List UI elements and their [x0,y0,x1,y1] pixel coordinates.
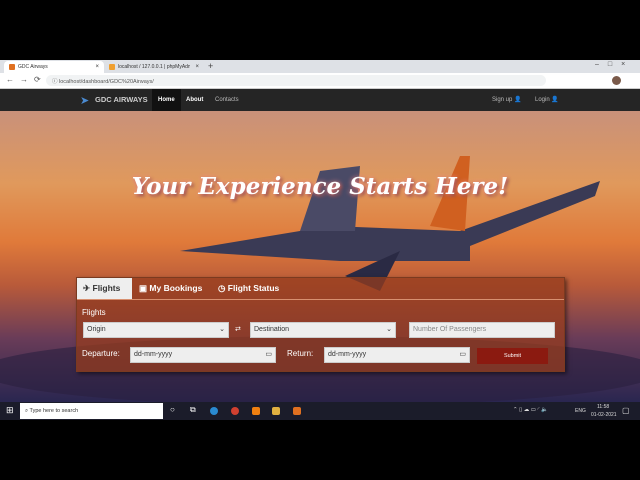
tab-label: Flights [92,283,121,293]
user-plus-icon: 👤 [514,97,522,103]
chevron-down-icon: ⌄ [386,326,392,333]
taskbar-search[interactable]: ⌕ Type here to search [20,403,163,419]
close-icon[interactable]: × [195,64,199,70]
windows-start-icon[interactable]: ⊞ [6,405,14,416]
browser-tab-bar: GDC Airways × localhost / 127.0.0.1 | php… [0,60,640,73]
browser-tab[interactable]: GDC Airways × [4,61,104,73]
section-label: Flights [82,308,106,317]
plane-icon: ✈ [83,283,91,293]
favicon-icon [9,64,15,70]
calendar-icon[interactable]: ▭ [459,348,466,362]
date-value: dd-mm-yyyy [134,351,173,358]
booking-panel: ✈ Flights ▣ My Bookings ◷ Flight Status … [76,277,565,372]
url-bar[interactable]: ⓘ localhost/dashboard/GDC%20Airways/ [46,75,546,86]
window-controls[interactable]: –□× [595,61,634,68]
windows-taskbar: ⊞ ⌕ Type here to search ○ ⧉ ⌃ ▯ ☁ ▭ ◜ 🔈 … [0,402,640,420]
tab-label: Flight Status [227,283,280,293]
tab-flight-status[interactable]: ◷ Flight Status [212,278,285,299]
tab-title: GDC Airways [18,64,48,70]
login-link[interactable]: Login 👤 [529,89,565,111]
search-placeholder: Type here to search [29,408,79,414]
bookings-icon: ▣ [139,283,148,293]
nav-about[interactable]: About [180,89,209,111]
tab-label: My Bookings [149,283,203,293]
chrome-icon[interactable] [231,407,239,415]
origin-select[interactable]: Origin ⌄ [83,322,229,338]
return-date-input[interactable]: dd-mm-yyyy ▭ [324,347,470,363]
signup-link[interactable]: Sign up 👤 [486,89,528,111]
departure-label: Departure: [82,349,120,358]
file-explorer-icon[interactable] [272,407,280,415]
xampp-icon[interactable] [293,407,301,415]
close-icon[interactable]: × [95,64,99,70]
new-tab-button[interactable]: + [208,61,213,71]
plane-logo-icon: ➤ [80,95,90,107]
favicon-icon [109,64,115,70]
notifications-icon[interactable]: ▢ [622,406,630,415]
destination-select[interactable]: Destination ⌄ [250,322,396,338]
tab-flights[interactable]: ✈ Flights [77,278,132,299]
passengers-input[interactable]: Number Of Passengers [409,322,555,338]
login-label: Login [535,97,550,103]
hero-section: Your Experience Starts Here! ✈ Flights ▣… [0,111,640,402]
submit-button[interactable]: Submit [477,348,548,364]
clock-icon: ◷ [218,283,226,293]
vlc-icon[interactable] [252,407,260,415]
origin-value: Origin [87,326,106,333]
calendar-icon[interactable]: ▭ [265,348,272,362]
tab-divider [77,299,564,300]
return-label: Return: [287,349,314,358]
destination-value: Destination [254,326,290,333]
nav-home[interactable]: Home [152,89,181,111]
chevron-down-icon: ⌄ [219,326,225,333]
clock-date[interactable]: 01-02-2021 [591,412,617,418]
departure-date-input[interactable]: dd-mm-yyyy ▭ [130,347,276,363]
signup-label: Sign up [492,97,513,103]
address-bar-row: ←→⟳ ⓘ localhost/dashboard/GDC%20Airways/ [0,73,640,89]
task-view-icon[interactable]: ⧉ [190,405,196,415]
nav-buttons[interactable]: ←→⟳ [6,75,47,84]
nav-contacts[interactable]: Contacts [209,89,245,111]
browser-tab[interactable]: localhost / 127.0.0.1 | phpMyAdmin × [104,61,204,73]
hero-title: Your Experience Starts Here! [131,173,509,200]
clock-time[interactable]: 11:58 [597,404,609,410]
user-icon: 👤 [551,97,559,103]
brand[interactable]: GDC AIRWAYS [89,89,154,111]
site-navbar: ➤ GDC AIRWAYS Home About Contacts Sign u… [0,89,640,111]
profile-avatar[interactable] [612,76,621,85]
swap-icon[interactable]: ⇄ [235,325,241,333]
cortana-icon[interactable]: ○ [170,405,175,414]
url-text: localhost/dashboard/GDC%20Airways/ [59,79,154,85]
tab-title: localhost / 127.0.0.1 | phpMyAdmin [118,64,190,70]
tab-my-bookings[interactable]: ▣ My Bookings [133,278,208,299]
system-tray-icons[interactable]: ⌃ ▯ ☁ ▭ ◜ 🔈 [513,407,548,413]
date-value: dd-mm-yyyy [328,351,367,358]
language-indicator[interactable]: ENG [575,408,586,414]
edge-icon[interactable] [210,407,218,415]
